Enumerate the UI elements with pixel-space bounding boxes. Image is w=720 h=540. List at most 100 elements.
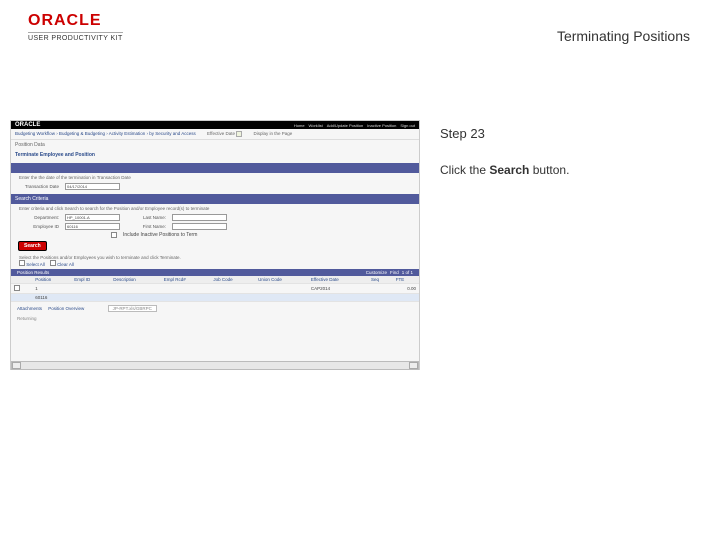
section-label: Position Data bbox=[11, 140, 419, 150]
breadcrumb: Budgeting Workflow › Budgeting & Budgeti… bbox=[11, 129, 419, 140]
cell bbox=[210, 284, 255, 294]
cell bbox=[255, 294, 308, 302]
page-title: Terminating Positions bbox=[557, 28, 690, 44]
menu-item[interactable]: Sign out bbox=[400, 123, 415, 128]
cell bbox=[110, 284, 161, 294]
col bbox=[11, 276, 32, 284]
desc-bold: Search bbox=[489, 163, 529, 177]
scroll-left-button[interactable] bbox=[12, 362, 21, 369]
table-row[interactable]: 60116 bbox=[11, 294, 419, 302]
app-topbar: ORACLE Home Worklist Add/Update Position… bbox=[11, 121, 419, 129]
menu-item[interactable]: Worklist bbox=[309, 123, 323, 128]
col: Description bbox=[110, 276, 161, 284]
cell bbox=[368, 284, 393, 294]
select-desc: Select the Positions and/or Employees yo… bbox=[19, 255, 181, 260]
table-header-row: Position Empl ID Description Empl Rcd# J… bbox=[11, 276, 419, 284]
cell bbox=[110, 294, 161, 302]
transaction-date-input[interactable]: 04/17/2014 bbox=[65, 183, 120, 190]
scroll-track[interactable] bbox=[21, 362, 409, 369]
cell bbox=[71, 284, 110, 294]
cell bbox=[71, 294, 110, 302]
criteria-row-3: Include Inactive Positions to Term bbox=[11, 231, 419, 239]
cell: CAP2014 bbox=[308, 284, 368, 294]
transaction-date-row: Transaction Date 04/17/2014 bbox=[11, 182, 419, 191]
cell bbox=[255, 284, 308, 294]
col: Union Code bbox=[255, 276, 308, 284]
lastname-input[interactable] bbox=[172, 214, 227, 221]
criteria-row-1: Department: HP_10001.A Last Name: bbox=[11, 213, 419, 222]
cell: 0.00 bbox=[393, 284, 419, 294]
scroll-right-button[interactable] bbox=[409, 362, 418, 369]
department-input[interactable]: HP_10001.A bbox=[65, 214, 120, 221]
app-menu: Home Worklist Add/Update Position Inacti… bbox=[294, 123, 415, 128]
menu-item[interactable]: Add/Update Position bbox=[327, 123, 363, 128]
cell bbox=[393, 294, 419, 302]
results-table: Position Empl ID Description Empl Rcd# J… bbox=[11, 276, 419, 302]
app-brand: ORACLE bbox=[15, 122, 40, 128]
logo-word: ORACLE bbox=[28, 12, 123, 30]
overview-value: JP-RPT.xls/GBRPC bbox=[108, 305, 157, 312]
firstname-input[interactable] bbox=[172, 223, 227, 230]
criteria-row-2: Employee ID 60116 First Name: bbox=[11, 222, 419, 231]
col: Empl Rcd# bbox=[161, 276, 211, 284]
page-indicator: 1 of 1 bbox=[402, 270, 413, 275]
transaction-date-label: Transaction Date bbox=[19, 184, 59, 189]
page: ORACLE USER PRODUCTIVITY KIT Terminating… bbox=[0, 0, 720, 540]
breadcrumb-text: Budgeting Workflow › Budgeting & Budgeti… bbox=[15, 131, 196, 136]
clear-all-link[interactable]: Clear All bbox=[57, 262, 74, 267]
results-title: Position Results bbox=[17, 270, 49, 275]
menu-item[interactable]: Inactive Position bbox=[367, 123, 396, 128]
page-heading: Terminate Employee and Position bbox=[11, 150, 419, 160]
cell bbox=[11, 294, 32, 302]
position-overview-link[interactable]: Position Overview bbox=[48, 306, 84, 311]
customize-link[interactable]: Customize bbox=[366, 270, 387, 275]
step-label: Step 23 bbox=[440, 126, 690, 141]
header: ORACLE USER PRODUCTIVITY KIT Terminating… bbox=[0, 0, 720, 48]
row-checkbox[interactable] bbox=[14, 285, 20, 291]
department-label: Department: bbox=[19, 215, 59, 220]
checkbox-icon[interactable] bbox=[50, 260, 56, 266]
horizontal-scrollbar[interactable] bbox=[11, 361, 419, 370]
cell bbox=[161, 294, 211, 302]
menu-item[interactable]: Home bbox=[294, 123, 305, 128]
select-instructions: Select the Positions and/or Employees yo… bbox=[11, 253, 419, 269]
col: FTE bbox=[393, 276, 419, 284]
table-row[interactable]: 1 CAP2014 0.00 bbox=[11, 284, 419, 294]
select-all-link[interactable]: Select All bbox=[26, 262, 45, 267]
col: Position bbox=[32, 276, 71, 284]
lastname-label: Last Name: bbox=[126, 215, 166, 220]
date-instructions: Enter the the date of the termination in… bbox=[11, 173, 419, 182]
attachments-link[interactable]: Attachments bbox=[17, 306, 42, 311]
instruction-panel: Step 23 Click the Search button. bbox=[440, 126, 690, 177]
form-bar bbox=[11, 163, 419, 173]
app-screenshot: ORACLE Home Worklist Add/Update Position… bbox=[10, 120, 420, 370]
col: Effective Date bbox=[308, 276, 368, 284]
step-description: Click the Search button. bbox=[440, 163, 690, 177]
col: Seq bbox=[368, 276, 393, 284]
results-bar: Position Results Customize Find 1 of 1 bbox=[11, 269, 419, 276]
logo-subtitle: USER PRODUCTIVITY KIT bbox=[28, 32, 123, 42]
col: Job Code bbox=[210, 276, 255, 284]
display-in-page-label: Display in the Page bbox=[254, 131, 293, 136]
find-link[interactable]: Find bbox=[390, 270, 399, 275]
search-button[interactable]: Search bbox=[19, 242, 46, 250]
cell bbox=[308, 294, 368, 302]
employee-id-label: Employee ID bbox=[19, 224, 59, 229]
col: Empl ID bbox=[71, 276, 110, 284]
returning-label: Returning bbox=[17, 316, 413, 321]
checkbox-icon[interactable] bbox=[19, 260, 25, 266]
firstname-label: First Name: bbox=[126, 224, 166, 229]
cell bbox=[368, 294, 393, 302]
checkbox-icon[interactable] bbox=[236, 131, 242, 137]
footer-links: Attachments Position Overview JP-RPT.xls… bbox=[11, 302, 419, 324]
include-inactive-label: Include Inactive Positions to Term bbox=[123, 232, 197, 238]
cell: 60116 bbox=[32, 294, 71, 302]
search-criteria-bar: Search Criteria bbox=[11, 194, 419, 204]
search-instructions: Enter criteria and click Search to searc… bbox=[11, 204, 419, 213]
include-inactive-checkbox[interactable] bbox=[111, 232, 117, 238]
cell: 1 bbox=[32, 284, 71, 294]
employee-id-input[interactable]: 60116 bbox=[65, 223, 120, 230]
effective-date-label: Effective Date bbox=[207, 131, 235, 136]
cell bbox=[210, 294, 255, 302]
desc-pre: Click the bbox=[440, 163, 489, 177]
